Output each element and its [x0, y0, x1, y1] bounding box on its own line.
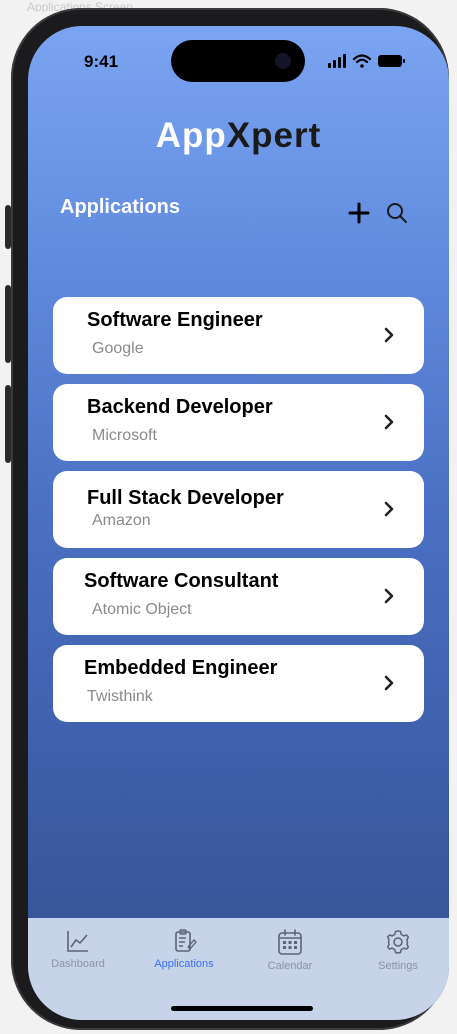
search-icon: [387, 203, 407, 223]
tab-bar: Dashboard Applications Calendar Settings: [28, 918, 449, 1020]
application-title: Embedded Engineer: [84, 657, 278, 679]
signal-icon: [328, 54, 346, 68]
chevron-right-icon: [384, 675, 394, 691]
chevron-right-icon: [384, 588, 394, 604]
application-card[interactable]: Software Engineer Google: [53, 297, 424, 374]
application-card[interactable]: Full Stack Developer Amazon: [53, 471, 424, 548]
tab-calendar[interactable]: Calendar: [250, 928, 330, 988]
plus-icon: [348, 202, 370, 224]
app-logo: AppXpert: [28, 114, 449, 158]
application-company: Amazon: [92, 512, 151, 529]
dynamic-island: [171, 40, 305, 82]
application-title: Backend Developer: [87, 396, 273, 418]
application-company: Microsoft: [92, 427, 157, 444]
application-company: Twisthink: [87, 688, 153, 705]
tab-dashboard[interactable]: Dashboard: [38, 928, 118, 988]
chevron-right-icon: [384, 501, 394, 517]
brand-part-app: App: [155, 116, 227, 155]
brand-part-xpert: Xpert: [226, 116, 322, 155]
search-button[interactable]: [384, 200, 410, 226]
calendar-icon: [278, 929, 302, 955]
wifi-icon: [352, 54, 372, 68]
application-card[interactable]: Software Consultant Atomic Object: [53, 558, 424, 635]
tab-label: Calendar: [267, 960, 313, 972]
application-company: Atomic Object: [92, 601, 192, 618]
clipboard-icon: [175, 929, 197, 952]
tab-label: Applications: [154, 958, 214, 970]
app-screen: 9:41 AppXpert Applications Software Engi…: [28, 26, 449, 1020]
battery-icon: [378, 55, 405, 67]
status-time: 9:41: [84, 52, 119, 71]
tab-label: Dashboard: [51, 958, 105, 970]
application-company: Google: [92, 340, 144, 357]
tab-applications[interactable]: Applications: [144, 928, 224, 988]
tab-settings[interactable]: Settings: [358, 928, 438, 988]
application-card[interactable]: Backend Developer Microsoft: [53, 384, 424, 461]
gear-icon: [386, 930, 410, 954]
status-icons: [328, 52, 414, 72]
chevron-right-icon: [384, 327, 394, 343]
application-title: Full Stack Developer: [87, 487, 284, 509]
home-indicator[interactable]: [171, 1006, 313, 1011]
page-title: Applications: [60, 196, 181, 218]
application-card[interactable]: Embedded Engineer Twisthink: [53, 645, 424, 722]
application-title: Software Consultant: [84, 570, 279, 592]
add-application-button[interactable]: [346, 200, 372, 226]
application-title: Software Engineer: [87, 309, 263, 331]
chart-icon: [67, 931, 88, 952]
chevron-right-icon: [384, 414, 394, 430]
camera-icon: [275, 53, 291, 69]
tab-label: Settings: [378, 960, 418, 972]
